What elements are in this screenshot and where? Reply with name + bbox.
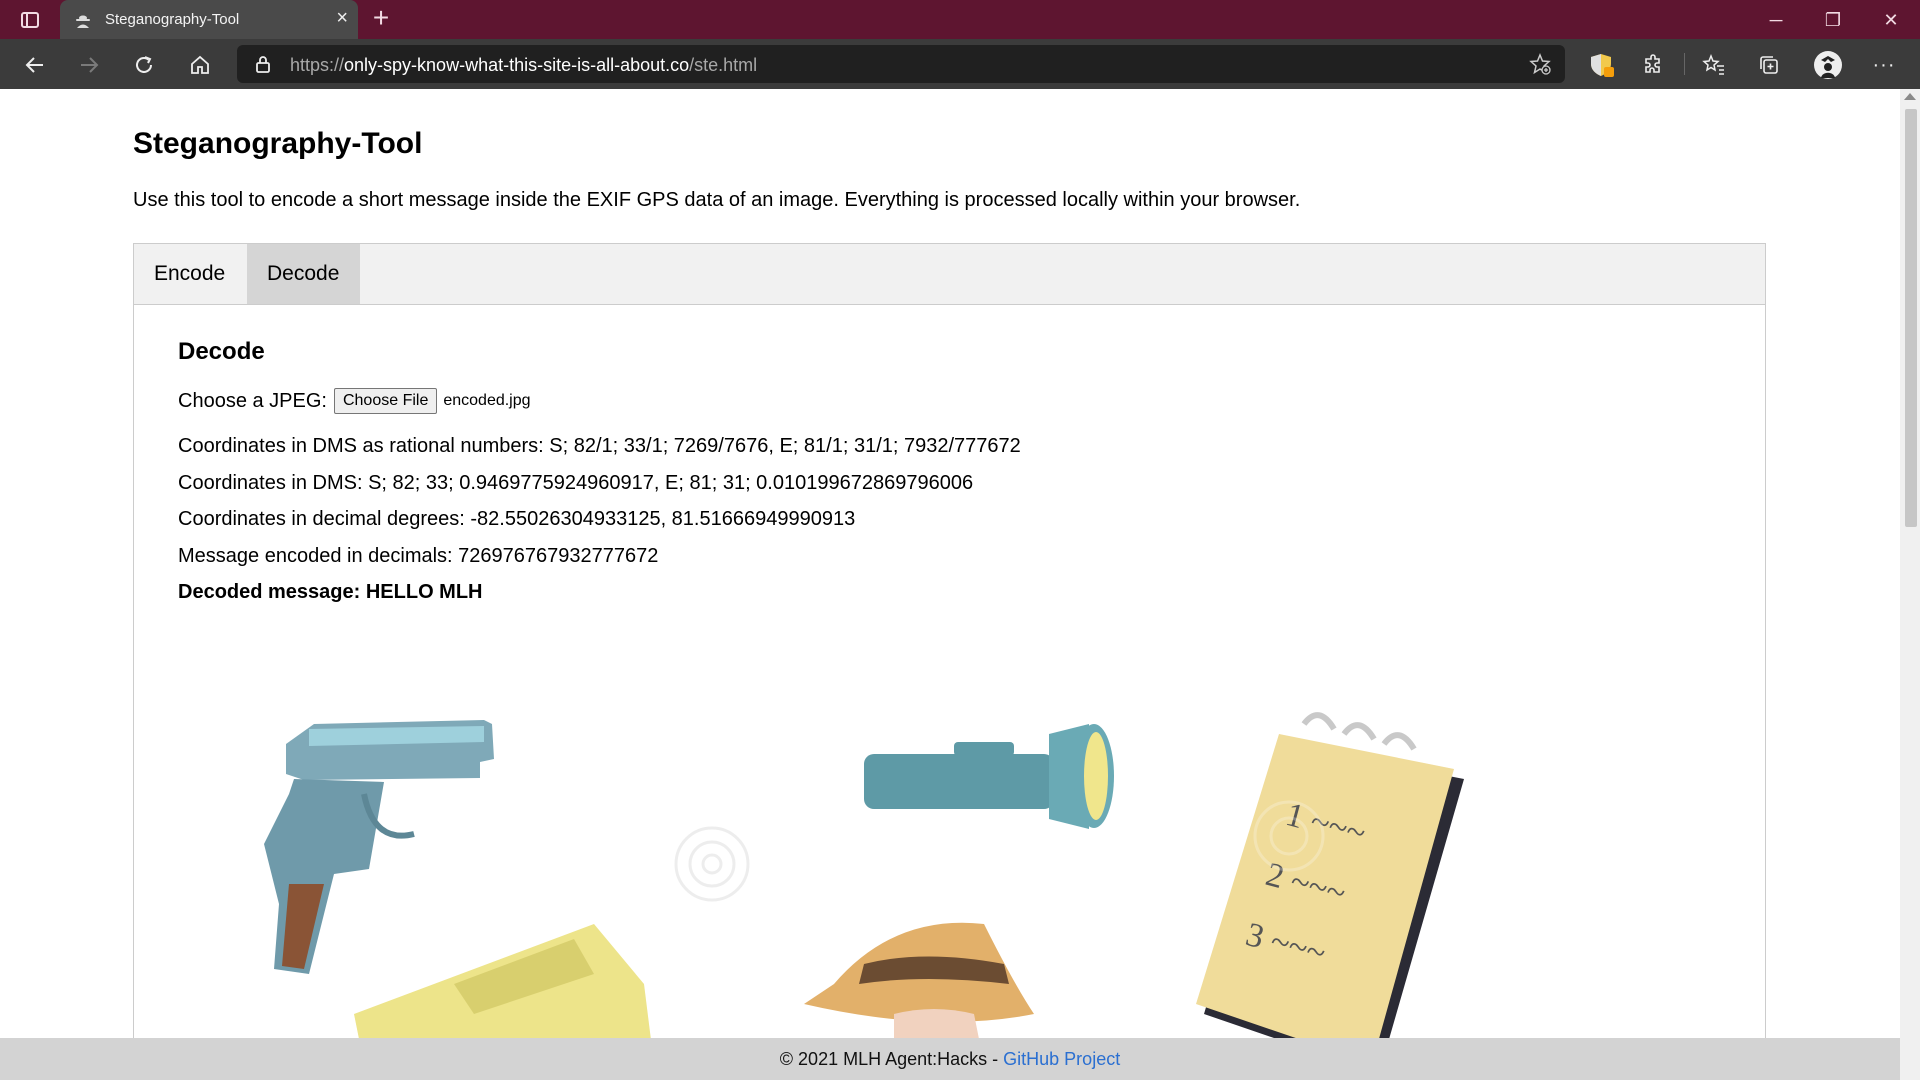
file-chooser-row: Choose a JPEG: Choose File encoded.jpg <box>178 388 531 414</box>
browser-titlebar: Steganography-Tool × + ─ ❐ ✕ <box>0 0 1920 39</box>
favorites-star-icon <box>1702 53 1724 75</box>
profile-button[interactable] <box>1811 48 1845 82</box>
spy-hat-icon <box>804 922 1034 1039</box>
browser-toolbar: https://only-spy-know-what-this-site-is-… <box>0 39 1920 89</box>
avatar <box>1814 51 1842 79</box>
collections-button[interactable] <box>1752 48 1786 82</box>
address-bar[interactable]: https://only-spy-know-what-this-site-is-… <box>237 45 1565 83</box>
extensions-button[interactable] <box>1637 48 1671 82</box>
github-project-link[interactable]: GitHub Project <box>1003 1049 1120 1069</box>
browser-tab-title: Steganography-Tool <box>105 11 240 28</box>
add-favorite-icon[interactable] <box>1529 53 1551 75</box>
choose-jpeg-label: Choose a JPEG: <box>178 389 327 412</box>
back-arrow-icon <box>25 57 43 73</box>
message-decimals-output: Message encoded in decimals: 72697676793… <box>178 545 659 567</box>
pistol-icon <box>264 720 494 974</box>
forward-arrow-icon <box>81 57 99 73</box>
page-footer: © 2021 MLH Agent:Hacks - GitHub Project <box>0 1038 1900 1080</box>
url-scheme: https:// <box>290 55 345 75</box>
decode-heading: Decode <box>178 338 265 365</box>
home-button[interactable] <box>183 48 217 82</box>
home-icon <box>191 55 209 74</box>
collections-icon <box>1760 56 1778 74</box>
notepad-icon: 1 ~~~ 2 ~~~ 3 ~~~ <box>1196 712 1464 1039</box>
footer-text: © 2021 MLH Agent:Hacks - <box>779 1049 1004 1069</box>
dms-output: Coordinates in DMS: S; 82; 33; 0.9469775… <box>178 472 974 494</box>
dms-rational-output: Coordinates in DMS as rational numbers: … <box>178 435 1021 457</box>
puzzle-icon <box>1645 54 1660 73</box>
decimal-degrees-output: Coordinates in decimal degrees: -82.5502… <box>178 508 856 530</box>
page-description: Use this tool to encode a short message … <box>133 189 1301 211</box>
scrollbar-corner <box>1900 1039 1920 1080</box>
toolbar-divider <box>1684 53 1685 75</box>
flashlight-icon <box>864 724 1114 829</box>
close-window-button[interactable]: ✕ <box>1868 3 1914 37</box>
new-tab-button[interactable]: + <box>366 3 396 35</box>
watermark-icon <box>674 800 1325 902</box>
tab-actions-button[interactable] <box>14 8 46 32</box>
newspaper-icon <box>354 924 651 1039</box>
choose-file-button[interactable]: Choose File <box>333 388 438 414</box>
url-path: /ste.html <box>689 55 758 75</box>
refresh-icon <box>136 56 152 73</box>
forward-button[interactable] <box>72 48 106 82</box>
back-button[interactable] <box>18 48 52 82</box>
decode-panel: Decode Choose a JPEG: Choose File encode… <box>133 304 1766 1039</box>
tab-decode[interactable]: Decode <box>247 244 360 304</box>
scroll-up-icon[interactable] <box>1904 93 1916 100</box>
selected-file-name: encoded.jpg <box>443 392 531 409</box>
url-domain: only-spy-know-what-this-site-is-all-abou… <box>344 55 690 75</box>
restore-button[interactable]: ❐ <box>1810 3 1856 37</box>
extension-shield-icon <box>1591 54 1614 77</box>
more-menu-icon[interactable]: ··· <box>1867 48 1901 82</box>
page-title: Steganography-Tool <box>133 127 423 160</box>
lock-icon <box>256 56 270 73</box>
minimize-button[interactable]: ─ <box>1753 3 1799 37</box>
page-viewport: Steganography-Tool Use this tool to enco… <box>0 89 1900 1039</box>
page-scrollbar[interactable] <box>1900 89 1920 1039</box>
spy-gear-illustration: 1 ~~~ 2 ~~~ 3 ~~~ dreamstime <box>264 712 1464 1039</box>
tab-actions-icon <box>21 12 39 28</box>
decoded-message-output: Decoded message: HELLO MLH <box>178 581 483 603</box>
scrollbar-thumb[interactable] <box>1905 109 1917 527</box>
browser-tab[interactable]: Steganography-Tool × <box>60 0 358 39</box>
spy-favicon-icon <box>76 15 90 28</box>
extension-shield-button[interactable] <box>1584 48 1618 82</box>
url-text: https://only-spy-know-what-this-site-is-… <box>290 55 757 76</box>
tab-encode[interactable]: Encode <box>134 244 247 304</box>
favorites-button[interactable] <box>1697 48 1731 82</box>
tab-bar: Encode Decode <box>133 243 1766 305</box>
refresh-button[interactable] <box>127 48 161 82</box>
close-tab-icon[interactable]: × <box>336 8 348 28</box>
